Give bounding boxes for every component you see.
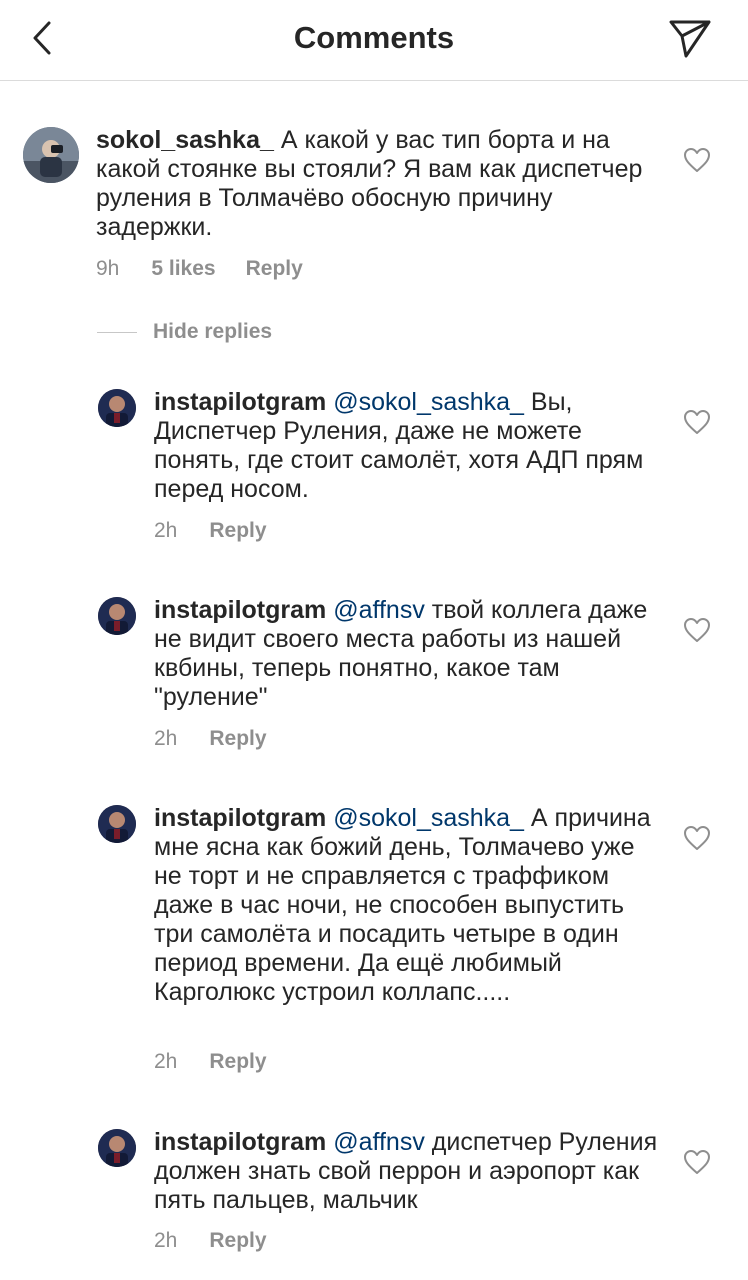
heart-icon[interactable] bbox=[683, 147, 711, 173]
hide-replies-label: Hide replies bbox=[153, 320, 273, 343]
reply-username[interactable]: instapilotgram bbox=[154, 388, 326, 416]
reply-text: instapilotgram @sokol_sashka_ А причина … bbox=[154, 804, 664, 1007]
reply-text: instapilotgram @affnsv твой коллега даже… bbox=[154, 596, 664, 712]
reply-username[interactable]: instapilotgram bbox=[154, 804, 326, 832]
avatar-photo bbox=[98, 805, 136, 843]
avatar[interactable] bbox=[98, 805, 136, 843]
reply-meta: 2h Reply bbox=[154, 1050, 267, 1074]
heart-icon[interactable] bbox=[683, 617, 711, 643]
comment-meta: 9h 5 likes Reply bbox=[96, 257, 303, 281]
reply-text: instapilotgram @sokol_sashka_ Вы, Диспет… bbox=[154, 388, 664, 504]
heart-icon[interactable] bbox=[683, 409, 711, 435]
reply-time: 2h bbox=[154, 727, 178, 750]
reply-time: 2h bbox=[154, 1050, 178, 1073]
avatar-photo bbox=[98, 1129, 136, 1167]
mention-link[interactable]: @affnsv bbox=[333, 596, 425, 624]
reply-button[interactable]: Reply bbox=[209, 1229, 266, 1253]
reply-button[interactable]: Reply bbox=[209, 519, 266, 543]
comment-time: 9h bbox=[96, 257, 120, 280]
avatar[interactable] bbox=[98, 1129, 136, 1167]
paper-plane-icon bbox=[669, 20, 711, 58]
page-title: Comments bbox=[293, 20, 455, 55]
comment-text: sokol_sashka_ А какой у вас тип борта и … bbox=[96, 126, 656, 242]
avatar[interactable] bbox=[98, 597, 136, 635]
avatar[interactable] bbox=[98, 389, 136, 427]
reply-body: А причина мне ясна как божий день, Толма… bbox=[154, 804, 651, 1006]
reply-meta: 2h Reply bbox=[154, 727, 267, 751]
avatar-photo bbox=[98, 597, 136, 635]
reply-username[interactable]: instapilotgram bbox=[154, 1128, 326, 1156]
divider-line bbox=[97, 331, 137, 333]
mention-link[interactable]: @sokol_sashka_ bbox=[333, 388, 524, 416]
reply-time: 2h bbox=[154, 519, 178, 542]
avatar-photo bbox=[23, 127, 79, 183]
avatar-photo bbox=[98, 389, 136, 427]
reply-button[interactable]: Reply bbox=[209, 1050, 266, 1074]
mention-link[interactable]: @affnsv bbox=[333, 1128, 425, 1156]
reply-username[interactable]: instapilotgram bbox=[154, 596, 326, 624]
avatar[interactable] bbox=[23, 127, 79, 183]
reply-text: instapilotgram @affnsv диспетчер Руления… bbox=[154, 1128, 664, 1215]
hide-replies-button[interactable]: Hide replies bbox=[97, 320, 272, 344]
reply-button[interactable]: Reply bbox=[246, 257, 303, 281]
share-button[interactable] bbox=[664, 14, 716, 64]
comment-username[interactable]: sokol_sashka_ bbox=[96, 126, 274, 154]
heart-icon[interactable] bbox=[683, 1149, 711, 1175]
mention-link[interactable]: @sokol_sashka_ bbox=[333, 804, 524, 832]
heart-icon[interactable] bbox=[683, 825, 711, 851]
reply-meta: 2h Reply bbox=[154, 519, 267, 543]
reply-button[interactable]: Reply bbox=[209, 727, 266, 751]
reply-time: 2h bbox=[154, 1229, 178, 1252]
header-bar: Comments bbox=[0, 0, 748, 81]
likes-count[interactable]: 5 likes bbox=[151, 257, 215, 281]
reply-meta: 2h Reply bbox=[154, 1229, 267, 1253]
